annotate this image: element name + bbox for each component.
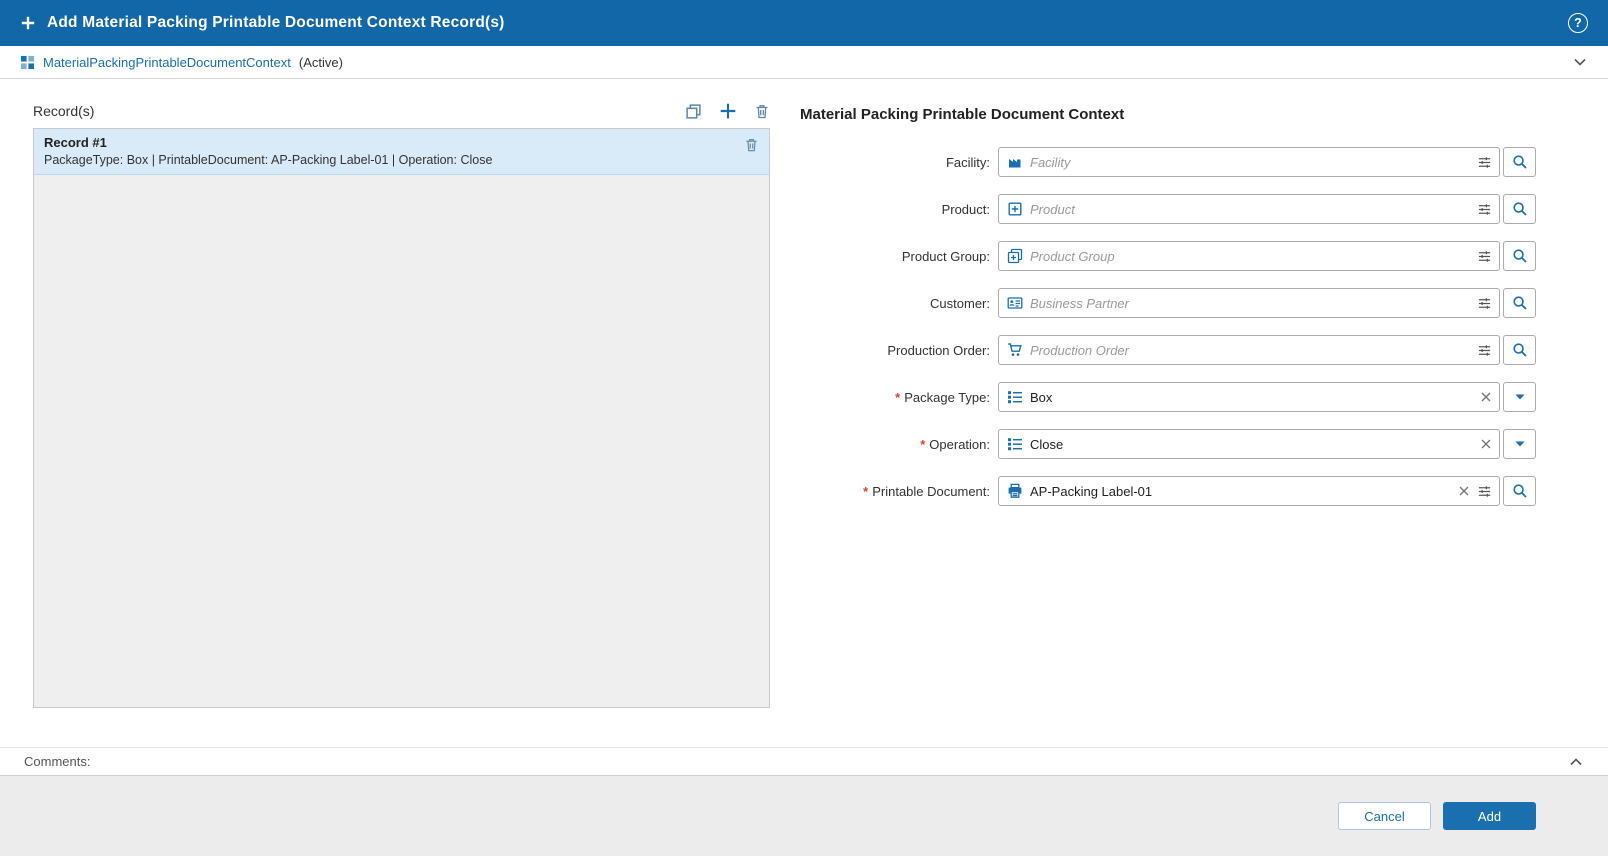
printable-document-input-box[interactable] xyxy=(998,476,1500,506)
production-order-input[interactable] xyxy=(1030,336,1470,364)
operation-clear-icon[interactable] xyxy=(1480,438,1492,450)
customer-filter-icon[interactable] xyxy=(1477,296,1492,311)
product-search-button[interactable] xyxy=(1503,194,1536,224)
package-type-dropdown-button[interactable] xyxy=(1503,382,1536,412)
customer-label: Customer: xyxy=(800,296,990,311)
customer-icon xyxy=(1007,295,1023,311)
records-title: Record(s) xyxy=(33,103,94,119)
package-type-select-box[interactable] xyxy=(998,382,1500,412)
field-row-facility: Facility: xyxy=(800,147,1536,177)
production-order-input-box[interactable] xyxy=(998,335,1500,365)
comments-bar: Comments: xyxy=(0,747,1608,776)
production-order-label: Production Order: xyxy=(800,343,990,358)
form-panel: Material Packing Printable Document Cont… xyxy=(800,92,1536,523)
add-record-button[interactable] xyxy=(719,102,737,120)
operation-input[interactable] xyxy=(1030,430,1473,458)
product-input[interactable] xyxy=(1030,195,1470,223)
package-type-label: *Package Type: xyxy=(800,390,990,405)
product-input-box[interactable] xyxy=(998,194,1500,224)
records-header: Record(s) xyxy=(33,96,770,126)
production-order-search-button[interactable] xyxy=(1503,335,1536,365)
record-list: Record #1 PackageType: Box | PrintableDo… xyxy=(33,128,770,708)
field-row-production-order: Production Order: xyxy=(800,335,1536,365)
required-marker: * xyxy=(920,437,925,452)
copy-record-button[interactable] xyxy=(685,103,702,120)
product-icon xyxy=(1007,201,1023,217)
product-group-input-box[interactable] xyxy=(998,241,1500,271)
cancel-button[interactable]: Cancel xyxy=(1338,802,1431,830)
delete-record-button[interactable] xyxy=(754,103,770,120)
record-title: Record #1 xyxy=(44,135,744,150)
field-row-operation: *Operation: xyxy=(800,429,1536,459)
operation-dropdown-button[interactable] xyxy=(1503,429,1536,459)
facility-filter-icon[interactable] xyxy=(1477,155,1492,170)
add-button[interactable]: Add xyxy=(1443,802,1536,830)
package-type-input[interactable] xyxy=(1030,383,1473,411)
product-group-label: Product Group: xyxy=(800,249,990,264)
dialog-footer: Cancel Add xyxy=(0,776,1608,856)
entity-bar: MaterialPackingPrintableDocumentContext … xyxy=(0,46,1608,79)
field-row-package-type: *Package Type: xyxy=(800,382,1536,412)
field-row-product-group: Product Group: xyxy=(800,241,1536,271)
facility-label: Facility: xyxy=(800,155,990,170)
record-delete-icon[interactable] xyxy=(744,137,759,153)
product-group-filter-icon[interactable] xyxy=(1477,249,1492,264)
production-order-icon xyxy=(1007,342,1023,358)
record-card[interactable]: Record #1 PackageType: Box | PrintableDo… xyxy=(34,129,769,175)
product-group-input[interactable] xyxy=(1030,242,1470,270)
field-row-customer: Customer: xyxy=(800,288,1536,318)
printable-document-label: *Printable Document: xyxy=(800,484,990,499)
facility-input[interactable] xyxy=(1030,148,1470,176)
record-summary: PackageType: Box | PrintableDocument: AP… xyxy=(44,153,744,167)
record-card-text: Record #1 PackageType: Box | PrintableDo… xyxy=(44,135,744,167)
product-label: Product: xyxy=(800,202,990,217)
customer-search-button[interactable] xyxy=(1503,288,1536,318)
operation-select-box[interactable] xyxy=(998,429,1500,459)
required-marker: * xyxy=(863,484,868,499)
operation-list-icon xyxy=(1007,436,1023,452)
product-filter-icon[interactable] xyxy=(1477,202,1492,217)
help-icon[interactable]: ? xyxy=(1568,13,1588,33)
printable-document-filter-icon[interactable] xyxy=(1477,484,1492,499)
product-group-icon xyxy=(1007,248,1023,264)
field-row-printable-document: *Printable Document: xyxy=(800,476,1536,506)
printable-document-clear-icon[interactable] xyxy=(1458,485,1470,497)
chevron-up-icon[interactable] xyxy=(1568,754,1584,770)
dialog-title: Add Material Packing Printable Document … xyxy=(47,14,505,32)
production-order-filter-icon[interactable] xyxy=(1477,343,1492,358)
entity-icon xyxy=(20,55,35,70)
facility-input-box[interactable] xyxy=(998,147,1500,177)
dialog-header: Add Material Packing Printable Document … xyxy=(0,0,1608,46)
form-title: Material Packing Printable Document Cont… xyxy=(800,106,1536,123)
operation-label: *Operation: xyxy=(800,437,990,452)
field-row-product: Product: xyxy=(800,194,1536,224)
printable-document-icon xyxy=(1007,483,1023,499)
package-type-clear-icon[interactable] xyxy=(1480,391,1492,403)
customer-input[interactable] xyxy=(1030,289,1470,317)
package-type-list-icon xyxy=(1007,389,1023,405)
printable-document-search-button[interactable] xyxy=(1503,476,1536,506)
entity-name: MaterialPackingPrintableDocumentContext xyxy=(43,55,291,70)
product-group-search-button[interactable] xyxy=(1503,241,1536,271)
required-marker: * xyxy=(895,390,900,405)
printable-document-input[interactable] xyxy=(1030,477,1451,505)
entity-status: (Active) xyxy=(299,55,343,70)
add-record-dialog: Add Material Packing Printable Document … xyxy=(0,0,1608,856)
records-actions xyxy=(685,102,770,120)
facility-icon xyxy=(1007,154,1023,170)
facility-search-button[interactable] xyxy=(1503,147,1536,177)
chevron-down-icon[interactable] xyxy=(1572,54,1588,70)
add-icon xyxy=(20,15,36,31)
comments-label: Comments: xyxy=(24,754,90,769)
customer-input-box[interactable] xyxy=(998,288,1500,318)
